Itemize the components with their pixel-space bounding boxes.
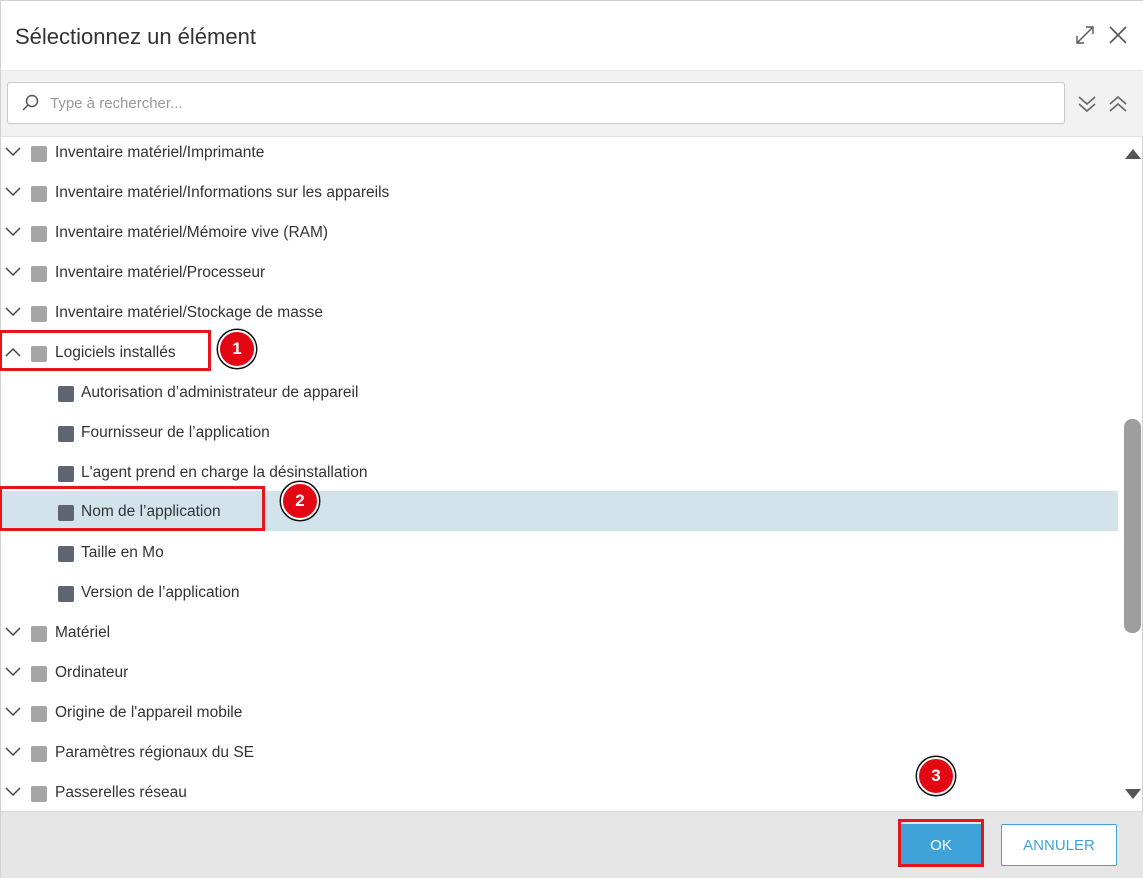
field-icon — [58, 505, 74, 521]
tree-row[interactable]: Origine de l'appareil mobile — [1, 692, 1118, 732]
field-group-icon — [31, 626, 47, 642]
chevron-down-icon[interactable] — [3, 782, 23, 802]
tree-child-row[interactable]: Fournisseur de l’application — [1, 412, 1118, 452]
search-box — [7, 82, 1065, 124]
field-icon — [58, 586, 74, 602]
field-icon — [58, 546, 74, 562]
step-badge-2: 2 — [281, 482, 319, 520]
field-group-icon — [31, 146, 47, 162]
tree-row[interactable]: Ordinateur — [1, 652, 1118, 692]
chevron-down-icon[interactable] — [3, 662, 23, 682]
double-chevron-down-icon[interactable] — [1075, 93, 1099, 115]
search-icon — [20, 93, 40, 113]
step-badge-1: 1 — [218, 330, 256, 368]
tree-item-label: Passerelles réseau — [55, 784, 187, 801]
chevron-down-icon[interactable] — [3, 702, 23, 722]
select-item-dialog: Sélectionnez un élément Type à recherche… — [0, 0, 1143, 878]
tree-item-label: Autorisation d’administrateur de apparei… — [81, 384, 359, 401]
search-input[interactable] — [50, 89, 1050, 117]
tree-row[interactable]: Inventaire matériel/Informations sur les… — [1, 172, 1118, 212]
chevron-down-icon[interactable] — [3, 142, 23, 162]
scroll-down-arrow-icon[interactable] — [1124, 788, 1142, 802]
tree-item-label: L'agent prend en charge la désinstallati… — [81, 464, 368, 481]
tree-child-row[interactable]: Taille en Mo — [1, 532, 1118, 572]
chevron-up-icon[interactable] — [3, 342, 23, 362]
tree-item-label: Inventaire matériel/Imprimante — [55, 144, 265, 161]
tree-row[interactable]: Matériel — [1, 612, 1118, 652]
tree-item-label: Ordinateur — [55, 664, 129, 681]
step-badge-3: 3 — [917, 757, 955, 795]
tree-item-label: Inventaire matériel/Mémoire vive (RAM) — [55, 224, 329, 241]
tree-child-row[interactable]: Autorisation d’administrateur de apparei… — [1, 372, 1118, 412]
field-group-icon — [31, 226, 47, 242]
tree-item-label: Origine de l'appareil mobile — [55, 704, 243, 721]
cancel-button[interactable]: ANNULER — [1001, 824, 1117, 866]
dialog-header: Sélectionnez un élément — [1, 1, 1143, 71]
field-group-icon — [31, 266, 47, 282]
scrollbar-thumb[interactable] — [1124, 419, 1141, 633]
search-bar — [1, 71, 1143, 137]
tree-item-label: Logiciels installés — [55, 344, 176, 361]
chevron-down-icon[interactable] — [3, 222, 23, 242]
field-group-icon — [31, 666, 47, 682]
field-group-icon — [31, 306, 47, 322]
tree-item-label: Inventaire matériel/Stockage de masse — [55, 304, 323, 321]
field-group-icon — [31, 746, 47, 762]
tree-child-row[interactable]: L'agent prend en charge la désinstallati… — [1, 452, 1118, 492]
tree-item-label: Taille en Mo — [81, 544, 164, 561]
chevron-down-icon[interactable] — [3, 182, 23, 202]
tree-item-label: Paramètres régionaux du SE — [55, 744, 255, 761]
tree-row[interactable]: Inventaire matériel/Mémoire vive (RAM) — [1, 212, 1118, 252]
tree-row[interactable]: Inventaire matériel/Imprimante — [1, 137, 1118, 172]
expand-diagonal-icon[interactable] — [1073, 23, 1097, 47]
dialog-title: Sélectionnez un élément — [15, 24, 256, 49]
tree-row[interactable]: Inventaire matériel/Stockage de masse — [1, 292, 1118, 332]
tree-row[interactable]: Inventaire matériel/Processeur — [1, 252, 1118, 292]
double-chevron-up-icon[interactable] — [1106, 93, 1130, 115]
chevron-down-icon[interactable] — [3, 742, 23, 762]
tree-item-label: Matériel — [55, 624, 111, 641]
chevron-down-icon[interactable] — [3, 622, 23, 642]
tree-child-row[interactable]: Version de l’application — [1, 572, 1118, 612]
tree-row-logiciels-installes[interactable]: Logiciels installés — [1, 332, 1118, 372]
field-group-icon — [31, 786, 47, 802]
chevron-down-icon[interactable] — [3, 302, 23, 322]
ok-button[interactable]: OK — [901, 824, 981, 866]
tree-item-label: Inventaire matériel/Informations sur les… — [55, 184, 390, 201]
tree-child-row-selected[interactable]: Nom de l’application — [1, 491, 1118, 531]
tree-item-label: Nom de l’application — [81, 503, 221, 520]
chevron-down-icon[interactable] — [3, 262, 23, 282]
tree-item-label: Fournisseur de l’application — [81, 424, 270, 441]
tree-item-label: Inventaire matériel/Processeur — [55, 264, 266, 281]
field-group-icon — [31, 186, 47, 202]
field-group-icon — [31, 346, 47, 362]
field-icon — [58, 466, 74, 482]
scroll-up-arrow-icon[interactable] — [1124, 146, 1142, 160]
close-icon[interactable] — [1106, 23, 1130, 47]
tree-list: Inventaire matériel/Imprimante Inventair… — [1, 137, 1121, 811]
field-group-icon — [31, 706, 47, 722]
field-icon — [58, 426, 74, 442]
field-icon — [58, 386, 74, 402]
dialog-footer: OK ANNULER — [1, 811, 1143, 878]
tree-item-label: Version de l’application — [81, 584, 240, 601]
